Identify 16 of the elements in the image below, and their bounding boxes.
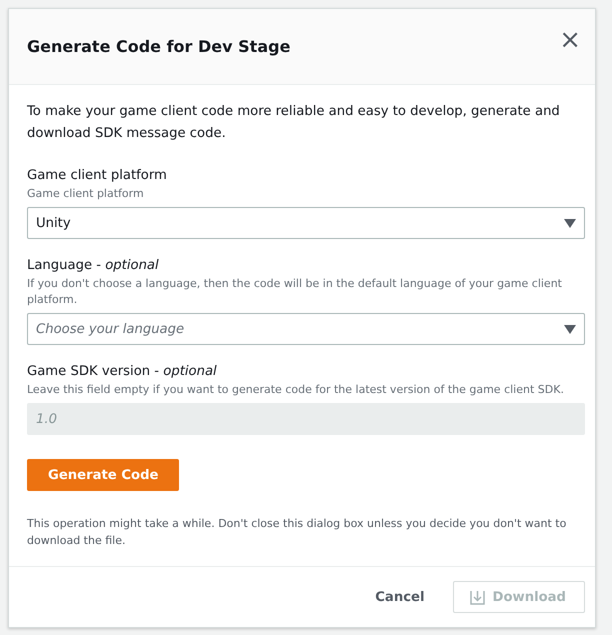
select-field[interactable]: Unity (27, 207, 585, 239)
caret-icon (564, 324, 576, 334)
field-label: Game SDK version - optional (27, 363, 218, 381)
field-description: If you don't choose a language, then the code will be in the default language of your game client platform. (27, 276, 563, 308)
download-icon (470, 590, 484, 604)
dialog-title: Generate Code for Dev Stage (27, 37, 290, 56)
field-description: Game client platform (27, 186, 145, 202)
field-label: Game client platform (27, 167, 168, 185)
close-button[interactable]: × (555, 26, 585, 52)
field-label: Language - optional (27, 257, 160, 275)
intro-text: To make your game client code more reliable and easy to develop, generate and download SDK message code. (27, 103, 561, 143)
caret-icon (564, 218, 576, 228)
field-description: Leave this field empty if you want to generate code for the latest version of the game client SDK. (27, 382, 565, 398)
select-field[interactable]: Choose your language (27, 313, 585, 345)
cancel-button[interactable]: Cancel (361, 584, 438, 610)
note-text: This operation might take a while. Don't close this dialog box unless you decide you don't want to download the file. (27, 516, 568, 549)
